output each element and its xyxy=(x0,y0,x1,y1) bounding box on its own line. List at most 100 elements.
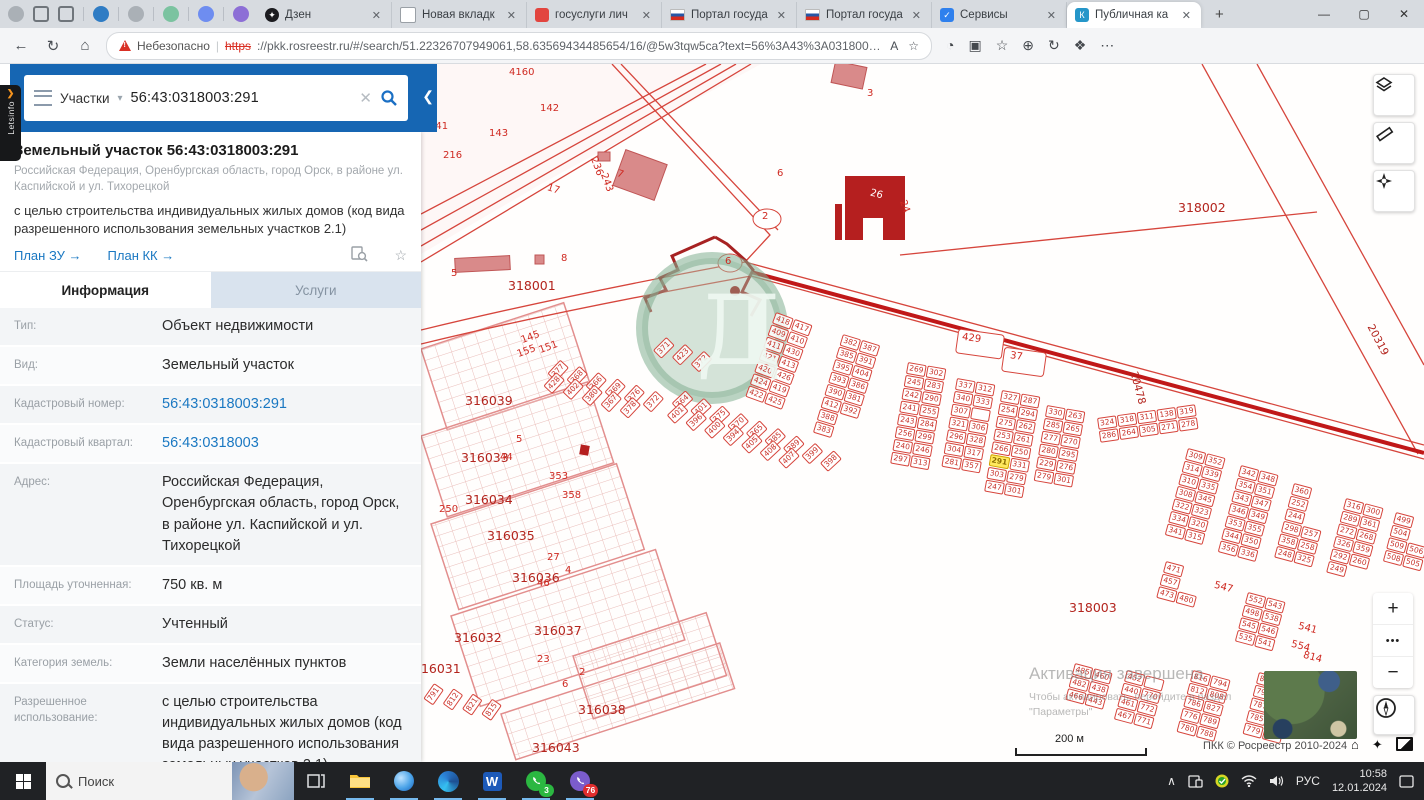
parcel-cell[interactable]: 278 xyxy=(1178,417,1199,432)
search-icon[interactable] xyxy=(380,89,398,107)
browser-tab-3[interactable]: госуслуги лич ✕ xyxy=(527,2,662,28)
start-button[interactable] xyxy=(0,762,46,800)
maximize-button[interactable]: ▢ xyxy=(1344,0,1384,28)
language-indicator[interactable]: РУС xyxy=(1296,774,1320,788)
spark-icon[interactable] xyxy=(198,6,214,22)
attribute-value[interactable]: 56:43:0318003 xyxy=(162,433,407,454)
favorite-star-icon[interactable]: ☆ xyxy=(908,39,919,53)
layers-button[interactable] xyxy=(1373,74,1415,116)
security-warning-text[interactable]: Небезопасно xyxy=(137,39,210,53)
panel-tab-info[interactable]: Информация xyxy=(0,272,211,309)
parcel-cell[interactable]: 271 xyxy=(1158,419,1179,435)
minimize-button[interactable]: — xyxy=(1304,0,1344,28)
task-view-taskbar-icon[interactable] xyxy=(294,762,338,800)
fullscreen-icon[interactable] xyxy=(1395,737,1413,751)
antivirus-icon[interactable] xyxy=(1215,774,1229,788)
parcel-cell[interactable]: 279 xyxy=(1033,469,1055,485)
cast-device-icon[interactable] xyxy=(1188,774,1203,788)
favorites-icon[interactable]: ☆ xyxy=(996,37,1009,54)
basemap-thumbnail[interactable] xyxy=(1264,671,1357,739)
word-taskbar-icon[interactable]: W xyxy=(470,762,514,800)
parcel-cell[interactable]: 357 xyxy=(961,458,982,474)
photos-taskbar-icon[interactable] xyxy=(382,762,426,800)
tab-close-icon[interactable]: ✕ xyxy=(1045,9,1058,22)
tab-close-icon[interactable]: ✕ xyxy=(775,9,788,22)
tab-close-icon[interactable]: ✕ xyxy=(640,9,653,22)
parcel-cell[interactable]: 247 xyxy=(984,479,1005,495)
search-input[interactable]: 56:43:0318003:291 xyxy=(131,90,352,106)
parcel-cell[interactable]: 286 xyxy=(1098,428,1120,443)
panel-tab-services[interactable]: Услуги xyxy=(211,272,422,308)
search-row[interactable]: Участки ▾ 56:43:0318003:291 ✕ xyxy=(24,75,408,121)
profile-icon[interactable] xyxy=(8,6,24,22)
new-tab-button[interactable]: + xyxy=(1201,6,1238,23)
tray-chevron-icon[interactable]: ∧ xyxy=(1167,774,1176,788)
parcel-cell[interactable]: 297 xyxy=(890,451,911,467)
edge-taskbar-icon[interactable] xyxy=(426,762,470,800)
volume-icon[interactable] xyxy=(1269,775,1284,787)
letsinfo-extension-tab[interactable]: ❯ Letsinfo xyxy=(0,85,21,161)
ring-icon[interactable] xyxy=(163,6,179,22)
tab-close-icon[interactable]: ✕ xyxy=(1180,9,1193,22)
refresh-icon[interactable]: ↻ xyxy=(42,37,64,55)
tab-close-icon[interactable]: ✕ xyxy=(910,9,923,22)
browser-tab-7[interactable]: К Публичная ка ✕ xyxy=(1067,2,1201,28)
compass-button[interactable] xyxy=(1373,695,1415,735)
back-icon[interactable]: ← xyxy=(10,37,32,54)
collections-icon[interactable]: ⊕ xyxy=(1022,37,1034,54)
search-highlight-image[interactable] xyxy=(232,762,294,800)
my-location-button[interactable] xyxy=(1373,170,1415,212)
plan-zu-link[interactable]: План ЗУ → xyxy=(14,248,82,263)
parcel-cell[interactable]: 313 xyxy=(909,455,931,471)
tab-close-icon[interactable]: ✕ xyxy=(370,9,383,22)
address-bar[interactable]: ! Небезопасно | https ://pkk.rosreestr.r… xyxy=(106,31,932,60)
globe-icon[interactable] xyxy=(93,6,109,22)
wifi-icon[interactable] xyxy=(1241,775,1257,787)
measure-button[interactable] xyxy=(1373,122,1415,164)
history-icon[interactable]: ↻ xyxy=(1048,37,1060,54)
viber-taskbar-icon[interactable]: 76 xyxy=(558,762,602,800)
parcel-cell[interactable]: 305 xyxy=(1138,422,1159,438)
stack-icon[interactable] xyxy=(33,6,49,22)
parcel-cell[interactable]: 264 xyxy=(1118,425,1140,440)
taskbar-search[interactable]: Поиск xyxy=(46,762,294,800)
explorer-taskbar-icon[interactable] xyxy=(338,762,382,800)
parcel-cell[interactable]: 281 xyxy=(941,454,963,470)
search-category[interactable]: Участки xyxy=(60,91,110,106)
circle-icon[interactable] xyxy=(128,6,144,22)
zoom-to-parcel-icon[interactable] xyxy=(351,246,369,265)
browser-tab-4[interactable]: Портал госуда ✕ xyxy=(662,2,797,28)
cadastral-map[interactable]: Д 318001 318002 318003 316039 316033 316034 31… xyxy=(421,64,1424,762)
essentials-icon[interactable]: ❖ xyxy=(1074,37,1087,54)
parcel-cell[interactable]: 301 xyxy=(1053,472,1075,488)
browser-tab-1[interactable]: ✦ Дзен ✕ xyxy=(257,2,392,28)
favorite-parcel-star-icon[interactable]: ☆ xyxy=(394,247,407,264)
attribute-value[interactable]: 56:43:0318003:291 xyxy=(162,394,407,415)
split-screen-icon[interactable]: ◔ xyxy=(946,37,954,54)
clock[interactable]: 10:58 12.01.2024 xyxy=(1332,767,1387,796)
collapse-panel-icon[interactable]: ❮ xyxy=(422,88,434,105)
plan-kk-link[interactable]: План КК → xyxy=(108,248,175,263)
home-icon[interactable]: ⌂ xyxy=(74,37,96,54)
browser-tab-5[interactable]: Портал госуда ✕ xyxy=(797,2,932,28)
read-aloud-icon[interactable]: A xyxy=(890,39,898,53)
marker-map-icon[interactable]: ✦ xyxy=(1372,737,1383,753)
reading-icon[interactable]: ▣ xyxy=(968,37,981,54)
grid-icon[interactable] xyxy=(233,6,249,22)
whatsapp-taskbar-icon[interactable]: 3 xyxy=(514,762,558,800)
sidebar-icon[interactable] xyxy=(58,6,74,22)
browser-tab-2[interactable]: Новая вкладк ✕ xyxy=(392,2,527,28)
home-map-icon[interactable]: ⌂ xyxy=(1351,737,1359,753)
tab-close-icon[interactable]: ✕ xyxy=(505,9,518,22)
close-button[interactable]: ✕ xyxy=(1384,0,1424,28)
more-menu-icon[interactable]: ⋯ xyxy=(1100,37,1114,54)
zoom-more-button[interactable]: ••• xyxy=(1373,625,1413,657)
clear-search-icon[interactable]: ✕ xyxy=(359,89,372,107)
zoom-out-button[interactable]: − xyxy=(1373,657,1413,688)
browser-tab-6[interactable]: ✓ Сервисы ✕ xyxy=(932,2,1067,28)
zoom-in-button[interactable]: + xyxy=(1373,593,1413,625)
notification-center-icon[interactable] xyxy=(1399,774,1414,788)
parcel-cell[interactable]: 301 xyxy=(1003,483,1025,499)
menu-icon[interactable] xyxy=(34,90,52,106)
chevron-down-icon[interactable]: ▾ xyxy=(118,93,123,104)
